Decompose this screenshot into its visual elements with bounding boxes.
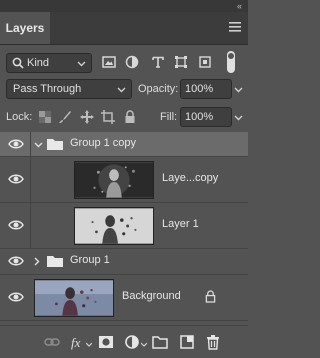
filter-toggle-icon[interactable] bbox=[226, 50, 236, 74]
row-separator bbox=[30, 132, 31, 156]
tab-bar: Layers bbox=[0, 12, 248, 45]
folder-icon bbox=[47, 256, 63, 267]
visibility-eye-icon[interactable] bbox=[8, 138, 24, 150]
lock-label: Lock: bbox=[6, 111, 33, 123]
chevron-right-icon[interactable] bbox=[32, 257, 41, 266]
mask-icon[interactable] bbox=[98, 334, 114, 350]
trash-icon[interactable] bbox=[205, 334, 221, 350]
blend-row: Pass Through Opacity: 100% bbox=[0, 78, 248, 100]
blend-mode-value: Pass Through bbox=[13, 83, 82, 95]
lock-position-icon[interactable] bbox=[80, 110, 94, 124]
lock-all-icon[interactable] bbox=[123, 110, 137, 124]
link-icon[interactable] bbox=[44, 334, 60, 350]
layer-thumbnail-background bbox=[34, 279, 114, 317]
layer-row-group-1-copy[interactable]: Group 1 copy bbox=[0, 132, 248, 157]
opacity-field[interactable]: 100% bbox=[180, 79, 232, 99]
fx-icon[interactable]: fx bbox=[70, 334, 86, 350]
fill-chevron-icon[interactable] bbox=[234, 113, 243, 122]
layers-list: Group 1 copy Laye...copy Layer 1 Group 1… bbox=[0, 132, 248, 325]
layers-panel: « Layers Kind Pass Through Opacity: 100%… bbox=[0, 0, 248, 358]
layer-name[interactable]: Layer 1 bbox=[162, 218, 199, 230]
layer-name[interactable]: Group 1 bbox=[70, 254, 110, 266]
layer-thumbnail-dark bbox=[74, 161, 154, 199]
folder-icon bbox=[47, 139, 63, 150]
row-separator bbox=[30, 202, 31, 248]
opacity-chevron-icon[interactable] bbox=[234, 85, 243, 94]
opacity-label: Opacity: bbox=[138, 83, 179, 95]
svg-text:fx: fx bbox=[71, 335, 81, 350]
blend-mode-dropdown[interactable]: Pass Through bbox=[6, 79, 132, 99]
layer-name[interactable]: Background bbox=[122, 290, 181, 302]
image-filter-icon[interactable] bbox=[102, 55, 116, 69]
layer-row-group-1[interactable]: Group 1 bbox=[0, 248, 248, 275]
visibility-eye-icon[interactable] bbox=[8, 219, 24, 231]
visibility-eye-icon[interactable] bbox=[8, 255, 24, 267]
type-filter-icon[interactable] bbox=[151, 55, 165, 69]
panel-top-strip: « bbox=[0, 0, 248, 12]
fx-chevron-icon[interactable] bbox=[86, 342, 92, 348]
layer-row-background[interactable]: Background bbox=[0, 274, 248, 321]
lock-artboard-icon[interactable] bbox=[101, 110, 115, 124]
layer-name[interactable]: Group 1 copy bbox=[70, 137, 136, 149]
visibility-eye-icon[interactable] bbox=[8, 173, 24, 185]
lock-image-pixels-icon[interactable] bbox=[58, 110, 72, 124]
bottom-toolbar: fx bbox=[0, 325, 248, 358]
opacity-value: 100% bbox=[185, 83, 214, 95]
collapse-panel-icon[interactable]: « bbox=[237, 0, 242, 12]
row-separator bbox=[30, 156, 31, 202]
chevron-down-icon bbox=[117, 87, 126, 93]
search-icon bbox=[12, 57, 24, 69]
filter-row: Kind bbox=[0, 46, 248, 78]
smart-object-filter-icon[interactable] bbox=[198, 55, 212, 69]
new-layer-icon[interactable] bbox=[179, 334, 195, 350]
fill-field[interactable]: 100% bbox=[180, 107, 232, 127]
fill-label: Fill: bbox=[160, 111, 178, 123]
fill-value: 100% bbox=[185, 111, 214, 123]
layer-row-laye-copy[interactable]: Laye...copy bbox=[0, 156, 248, 203]
tab-layers[interactable]: Layers bbox=[0, 12, 50, 44]
lock-icon bbox=[205, 290, 216, 303]
group-folder-icon[interactable] bbox=[152, 334, 168, 350]
lock-transparent-pixels-icon[interactable] bbox=[38, 110, 52, 124]
chevron-down-icon bbox=[77, 61, 86, 67]
chevron-expanded-icon[interactable] bbox=[34, 140, 43, 149]
layer-thumbnail-light bbox=[74, 207, 154, 245]
layer-row-layer-1[interactable]: Layer 1 bbox=[0, 202, 248, 249]
layer-name[interactable]: Laye...copy bbox=[162, 172, 218, 184]
adjustment-filter-icon[interactable] bbox=[125, 55, 139, 69]
hamburger-menu-icon[interactable] bbox=[228, 20, 242, 34]
kind-filter-dropdown[interactable]: Kind bbox=[6, 53, 92, 73]
shape-filter-icon[interactable] bbox=[174, 55, 188, 69]
adjustment-icon[interactable] bbox=[124, 334, 140, 350]
kind-filter-label: Kind bbox=[27, 57, 50, 69]
adjustment-chevron-icon[interactable] bbox=[141, 342, 147, 348]
visibility-eye-icon[interactable] bbox=[8, 291, 24, 303]
lock-row: Lock: Fill: 100% bbox=[0, 104, 248, 130]
